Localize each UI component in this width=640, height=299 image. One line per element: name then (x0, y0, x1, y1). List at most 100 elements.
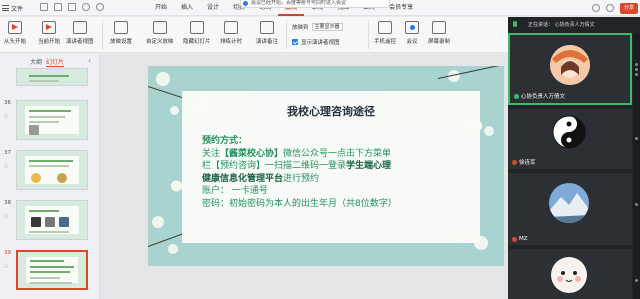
redo-icon[interactable] (96, 3, 104, 11)
participant-tile[interactable] (508, 249, 632, 299)
participant-name-text: 徐连军 (519, 160, 536, 166)
thumb-line (30, 266, 74, 268)
slide-number: 36 (4, 100, 11, 106)
participant-name: 徐连军 (512, 158, 536, 166)
panel-tabs: 大纲 幻灯片 ‹ (0, 54, 99, 68)
body-line: 健康信息化管理平台进行预约 (202, 173, 472, 186)
quick-access (40, 3, 104, 13)
thumb-image (31, 217, 41, 227)
tab-insert[interactable]: 插入 (174, 0, 200, 16)
more-icon (635, 73, 638, 76)
cloud-icon[interactable] (591, 4, 600, 12)
slide-body[interactable]: 预约方式： 关注【酱菜校心协】微信公众号一点击下方菜单 栏【预约咨询】一扫描二维… (202, 135, 472, 210)
show-presenter-row[interactable]: 显示演讲者视图 (292, 38, 340, 46)
more-icon[interactable] (635, 137, 638, 140)
thumbnail-row[interactable]: 39 ☆ (0, 250, 100, 292)
presenter-view-button[interactable]: 演讲者视图 (66, 21, 94, 45)
share-button[interactable]: 分享 (619, 2, 638, 14)
line-text: 进行预约 (283, 173, 320, 184)
undo-icon[interactable] (82, 3, 90, 11)
phone-remote-button[interactable]: 手机遥控 (374, 21, 396, 45)
menu-bar: 文件 开始 插入 设计 切换 动画 放映 审阅 视图 工具 会员专享 会议已经开… (0, 0, 640, 16)
tab-home[interactable]: 开始 (148, 0, 174, 16)
participant-name-text: MZ (519, 236, 528, 242)
participant-tile[interactable]: MZ (508, 173, 632, 245)
thumbnail-row[interactable]: 37 ☆ (0, 150, 100, 192)
thumbnail-row[interactable]: 36 ☆ (0, 100, 100, 142)
slide-number: 37 (4, 150, 11, 156)
presenter-icon (72, 21, 87, 34)
meeting-button[interactable]: 会议 (405, 21, 419, 45)
show-settings-button[interactable]: 放映设置 (110, 21, 132, 45)
screen-record-label: 屏幕录制 (428, 39, 451, 45)
avatar (551, 257, 587, 293)
more-icon[interactable] (635, 279, 638, 282)
file-menu[interactable]: 文件 (2, 2, 23, 14)
slide-thumbnail[interactable] (16, 150, 88, 190)
avatar (550, 45, 590, 85)
more-icon[interactable] (635, 203, 638, 206)
more-icon (635, 68, 638, 71)
notice-text: 会议已经开始，百度等账号可同时进入会议 (251, 0, 347, 6)
thumbnail-row[interactable] (0, 68, 100, 88)
folder-icon[interactable] (54, 3, 62, 11)
thumb-line (29, 121, 59, 123)
participant-tile[interactable]: 心协负责人万倩文 (508, 33, 632, 105)
thumb-line (30, 260, 64, 262)
collapse-icon[interactable]: ‹ (88, 56, 91, 65)
slide-thumbnail-panel: 大纲 幻灯片 ‹ 36 ☆ 37 ☆ 38 ☆ 39 ☆ (0, 54, 100, 299)
slide-thumbnail[interactable] (16, 68, 88, 86)
meeting-icon (405, 21, 419, 34)
thumb-line (30, 282, 72, 284)
monitor-select[interactable]: 主要显示器 (311, 23, 343, 31)
tab-outline[interactable]: 大纲 (30, 57, 42, 66)
custom-show-button[interactable]: 自定义放映 (146, 21, 174, 45)
from-start-label: 从头开始 (4, 39, 27, 45)
thumbnail-row[interactable]: 38 ☆ (0, 200, 100, 242)
presenter-notes-button[interactable]: 演讲备注 (256, 21, 278, 45)
from-current-label: 当前开始 (38, 39, 61, 45)
slide-thumbnail-selected[interactable] (16, 250, 88, 290)
participant-name: 心协负责人万倩文 (514, 92, 565, 100)
thumb-line (29, 160, 73, 162)
hide-slide-button[interactable]: 隐藏幻灯片 (183, 21, 211, 45)
tab-slides[interactable]: 幻灯片 (46, 57, 65, 67)
hide-slide-label: 隐藏幻灯片 (183, 39, 211, 45)
blossom-decoration (170, 106, 179, 115)
mic-muted-icon (512, 236, 517, 242)
tab-design[interactable]: 设计 (200, 0, 226, 16)
more-icon[interactable] (635, 63, 638, 66)
thumb-line (29, 75, 69, 77)
thumb-image (45, 217, 55, 227)
show-settings-label: 放映设置 (110, 39, 133, 45)
blossom-decoration (484, 126, 494, 136)
current-slide[interactable]: 我校心理咨询途径 预约方式： 关注【酱菜校心协】微信公众号一点击下方菜单 栏【预… (148, 66, 504, 266)
rehearse-button[interactable]: 排练计时 (220, 21, 242, 45)
save-icon[interactable] (40, 3, 48, 11)
speaking-indicator: 正在讲话： 心协负责人万倩文 (508, 17, 640, 33)
slide-title[interactable]: 我校心理咨询途径 (182, 103, 480, 119)
thumb-line (29, 165, 69, 167)
thumb-line (29, 231, 69, 233)
screen-record-button[interactable]: 屏幕录制 (428, 21, 450, 45)
platform-name: 健康信息化管理平台 (202, 173, 284, 184)
thumb-image (31, 173, 41, 183)
meeting-scrollbar[interactable] (633, 33, 640, 299)
account-name: 【酱菜校心协】 (220, 148, 284, 159)
participant-tile[interactable]: 徐连军 (508, 109, 632, 169)
custom-show-icon (152, 21, 167, 34)
mic-muted-icon (512, 159, 517, 165)
slide-thumbnail[interactable] (16, 200, 88, 240)
user-icon[interactable] (605, 4, 614, 12)
content-card: 我校心理咨询途径 预约方式： 关注【酱菜校心协】微信公众号一点击下方菜单 栏【预… (182, 91, 480, 243)
print-icon[interactable] (68, 3, 76, 11)
record-icon (432, 21, 446, 34)
settings-icon (114, 21, 128, 34)
from-current-button[interactable]: 当前开始 (38, 21, 60, 45)
show-presenter-checkbox[interactable] (292, 39, 298, 45)
slide-thumbnail[interactable] (16, 100, 88, 140)
mic-on-icon (514, 93, 519, 99)
display-to-label: 放映到 (292, 25, 309, 31)
from-start-button[interactable]: 从头开始 (4, 21, 26, 45)
line-text: 关注 (202, 148, 221, 159)
